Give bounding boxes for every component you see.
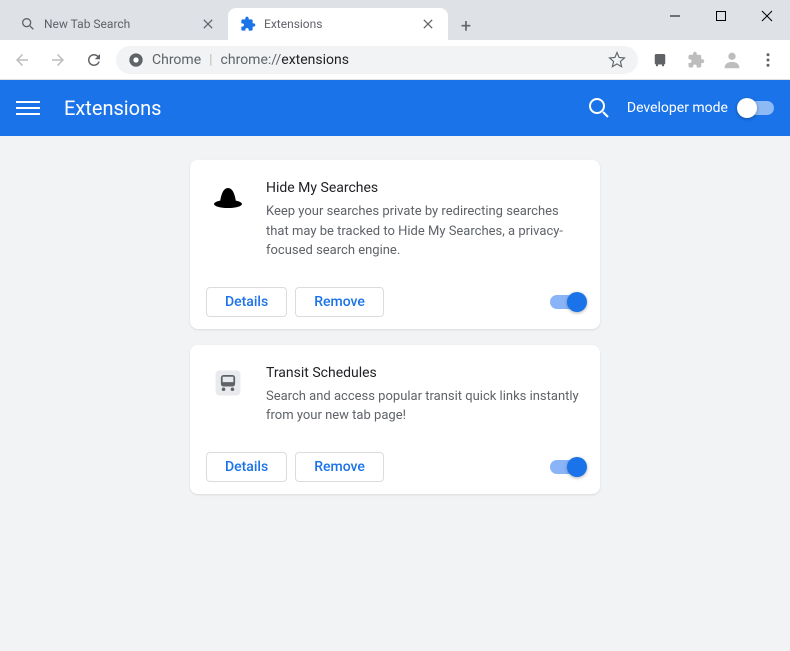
extension-enable-toggle[interactable] [550,460,584,474]
extension-description: Keep your searches private by redirectin… [266,202,580,261]
browser-toolbar: Chrome | chrome://extensions [0,40,790,80]
remove-button[interactable]: Remove [295,287,384,317]
hat-icon [210,180,246,216]
details-button[interactable]: Details [206,452,287,482]
extension-icon [240,16,256,32]
browser-tab-0[interactable]: New Tab Search [8,8,228,40]
extensions-list: Hide My Searches Keep your searches priv… [0,136,790,651]
hamburger-menu-icon[interactable] [16,96,40,120]
address-bar[interactable]: Chrome | chrome://extensions [116,46,638,74]
chrome-icon [128,52,144,68]
tab-close-icon[interactable] [200,16,216,32]
url-separator: | [209,52,212,68]
transit-extension-icon[interactable] [646,46,674,74]
reload-button[interactable] [80,46,108,74]
puzzle-extension-icon[interactable] [682,46,710,74]
extension-name: Transit Schedules [266,365,580,381]
url-text: chrome://extensions [221,52,349,68]
window-close-button[interactable] [744,0,790,32]
page-title: Extensions [64,96,587,120]
extension-description: Search and access popular transit quick … [266,387,580,426]
extension-card: Hide My Searches Keep your searches priv… [190,160,600,329]
tab-title: Extensions [264,17,412,31]
extension-card: Transit Schedules Search and access popu… [190,345,600,494]
browser-tab-1[interactable]: Extensions [228,8,448,40]
url-context: Chrome [152,52,201,68]
extension-enable-toggle[interactable] [550,295,584,309]
tab-title: New Tab Search [44,17,192,31]
tab-close-icon[interactable] [420,16,436,32]
remove-button[interactable]: Remove [295,452,384,482]
extension-name: Hide My Searches [266,180,580,196]
bus-icon [210,365,246,401]
search-icon[interactable] [587,96,611,120]
window-maximize-button[interactable] [698,0,744,32]
extensions-header: Extensions Developer mode [0,80,790,136]
details-button[interactable]: Details [206,287,287,317]
back-button[interactable] [8,46,36,74]
search-icon [20,16,36,32]
developer-mode-toggle[interactable] [740,101,774,115]
forward-button[interactable] [44,46,72,74]
profile-avatar[interactable] [718,46,746,74]
bookmark-star-icon[interactable] [608,51,626,69]
new-tab-button[interactable]: + [452,12,480,40]
menu-button[interactable] [754,46,782,74]
developer-mode-label: Developer mode [627,100,728,116]
window-minimize-button[interactable] [652,0,698,32]
